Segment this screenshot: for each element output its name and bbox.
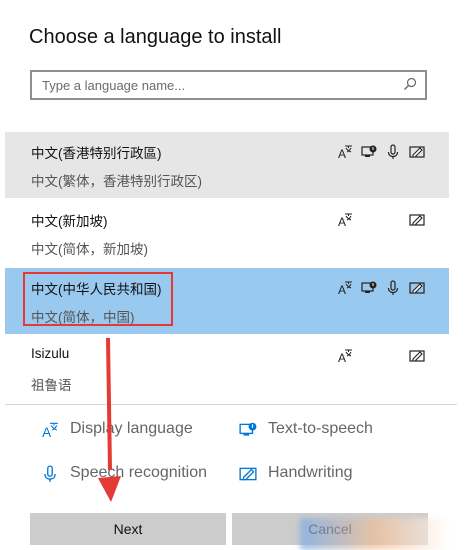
handwriting-icon: [409, 282, 425, 294]
language-list[interactable]: 中文(香港特别行政區) 中文(繁体，香港特别行政区) A 中文(新加坡) 中文(…: [5, 118, 457, 404]
legend-label: Handwriting: [268, 464, 353, 481]
language-name: 中文(新加坡): [31, 214, 108, 229]
handwriting-icon: [409, 350, 425, 362]
display-language-icon: A: [338, 213, 352, 228]
text-to-speech-icon: [361, 281, 377, 293]
legend-label: Display language: [70, 420, 193, 437]
divider: [5, 404, 457, 405]
language-dialog: Choose a language to install 中文(香港特别行政區)…: [5, 0, 457, 550]
legend-label: Text-to-speech: [268, 420, 373, 437]
language-native-name: 祖鲁语: [31, 378, 72, 393]
language-name: Isizulu: [31, 346, 70, 361]
display-language-icon: A: [338, 145, 352, 160]
list-item-selected[interactable]: 中文(中华人民共和国) 中文(简体，中国) A: [5, 268, 449, 334]
svg-text:A: A: [338, 215, 346, 228]
language-name: 中文(中华人民共和国): [31, 282, 162, 297]
search-box[interactable]: [30, 70, 427, 100]
display-language-icon: A: [42, 422, 58, 439]
handwriting-icon: [409, 214, 425, 226]
display-language-icon: A: [338, 281, 352, 296]
next-button[interactable]: Next: [30, 513, 226, 545]
cancel-button[interactable]: Cancel: [232, 513, 428, 545]
list-item[interactable]: 中文(新加坡) 中文(简体，新加坡) A: [5, 200, 449, 266]
svg-text:A: A: [338, 147, 346, 160]
text-to-speech-icon: [239, 422, 257, 436]
list-item[interactable]: 中文(香港特别行政區) 中文(繁体，香港特别行政区) A: [5, 132, 449, 198]
search-icon[interactable]: [403, 77, 417, 91]
text-to-speech-icon: [361, 145, 377, 157]
legend-label: Speech recognition: [70, 464, 207, 481]
list-item[interactable]: Isizulu 祖鲁语 A: [5, 336, 449, 402]
language-name: 中文(香港特别行政區): [31, 146, 162, 161]
svg-text:A: A: [42, 425, 51, 439]
svg-text:A: A: [338, 283, 346, 296]
speech-recognition-icon: [44, 465, 56, 482]
language-native-name: 中文(繁体，香港特别行政区): [31, 174, 202, 189]
svg-text:A: A: [338, 351, 346, 364]
search-input[interactable]: [32, 72, 412, 98]
speech-recognition-icon: [387, 144, 399, 159]
handwriting-icon: [239, 467, 257, 481]
handwriting-icon: [409, 146, 425, 158]
dialog-title: Choose a language to install: [29, 26, 282, 48]
language-native-name: 中文(简体，新加坡): [31, 242, 148, 257]
speech-recognition-icon: [387, 280, 399, 295]
language-native-name: 中文(简体，中国): [31, 310, 135, 325]
display-language-icon: A: [338, 349, 352, 364]
